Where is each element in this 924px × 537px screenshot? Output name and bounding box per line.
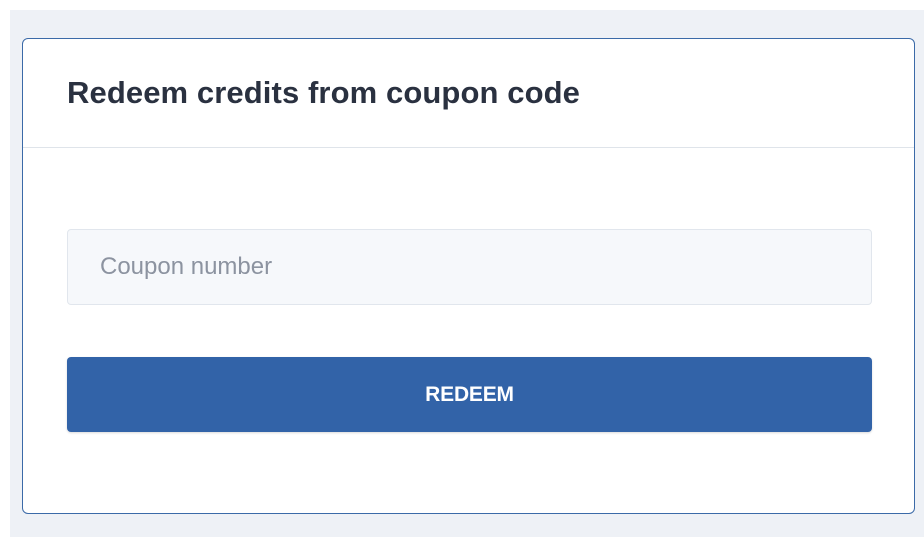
- redeem-coupon-card: Redeem credits from coupon code REDEEM: [22, 38, 915, 514]
- card-title: Redeem credits from coupon code: [67, 75, 580, 110]
- card-header: Redeem credits from coupon code: [23, 39, 914, 148]
- redeem-button[interactable]: REDEEM: [67, 357, 872, 432]
- coupon-number-input[interactable]: [67, 229, 872, 305]
